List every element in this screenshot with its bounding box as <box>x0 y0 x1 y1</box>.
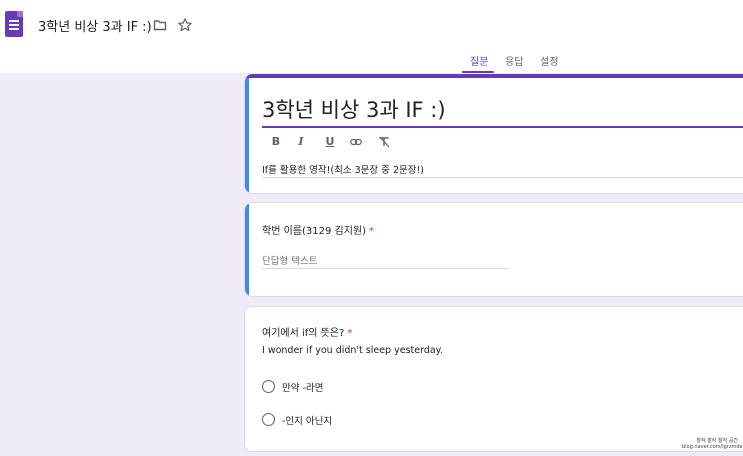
active-tab-indicator <box>462 71 494 73</box>
required-asterisk: * <box>347 328 353 339</box>
forms-app-icon[interactable] <box>5 11 23 37</box>
question-title: 여기에서 if의 뜻은? * <box>262 324 352 339</box>
form-title-card[interactable]: 3학년 비상 3과 IF :) B I U If를 활용한 영작!(최소 3문장… <box>244 74 743 194</box>
tab-questions[interactable]: 질문 <box>470 53 488 68</box>
description-underline <box>262 177 743 178</box>
short-answer-underline <box>262 268 509 269</box>
link-icon[interactable] <box>350 136 362 148</box>
question-description: I wonder if you didn't sleep yesterday. <box>262 345 443 356</box>
question-card-if-meaning[interactable]: 여기에서 if의 뜻은? * I wonder if you didn't sle… <box>244 306 743 452</box>
italic-icon[interactable]: I <box>295 136 307 148</box>
focus-indicator-bar <box>245 78 249 193</box>
bold-icon[interactable]: B <box>270 136 282 148</box>
top-bar: 3학년 비상 3과 IF :) 질문 응답 설정 <box>0 0 743 73</box>
radio-button[interactable] <box>262 380 275 393</box>
form-title-input[interactable]: 3학년 비상 3과 IF :) <box>262 94 446 124</box>
title-input-underline <box>262 126 743 128</box>
clear-format-icon[interactable] <box>378 136 390 148</box>
radio-button[interactable] <box>262 413 275 426</box>
question-title: 학번 이름(3129 김지원) * <box>262 222 374 237</box>
watermark-line2: blog.naver.com/lgrzmde <box>682 444 743 450</box>
question-title-text: 학번 이름(3129 김지원) <box>262 226 367 237</box>
tab-settings[interactable]: 설정 <box>540 53 558 68</box>
option-label: 만약 -라면 <box>282 383 324 394</box>
focus-indicator-bar <box>245 203 249 296</box>
form-tabs: 질문 응답 설정 <box>0 48 743 73</box>
form-description-input[interactable]: If를 활용한 영작!(최소 3문장 중 2문장!) <box>262 162 424 176</box>
blog-watermark: 찰칵 찰칵 찰칵 공간 blog.naver.com/lgrzmde <box>682 438 743 450</box>
document-title[interactable]: 3학년 비상 3과 IF :) <box>38 16 152 35</box>
tab-responses[interactable]: 응답 <box>505 53 523 68</box>
required-asterisk: * <box>369 226 375 237</box>
question-title-text: 여기에서 if의 뜻은? <box>262 328 345 339</box>
folder-icon[interactable] <box>153 18 167 32</box>
title-card-accent-band <box>245 74 743 78</box>
star-icon[interactable] <box>177 17 193 33</box>
question-card-student-id[interactable]: 학번 이름(3129 김지원) * 단답형 텍스트 <box>244 202 743 297</box>
short-answer-placeholder: 단답형 텍스트 <box>262 256 318 267</box>
option-label: -인지 아닌지 <box>282 416 333 427</box>
underline-icon[interactable]: U <box>324 136 336 148</box>
